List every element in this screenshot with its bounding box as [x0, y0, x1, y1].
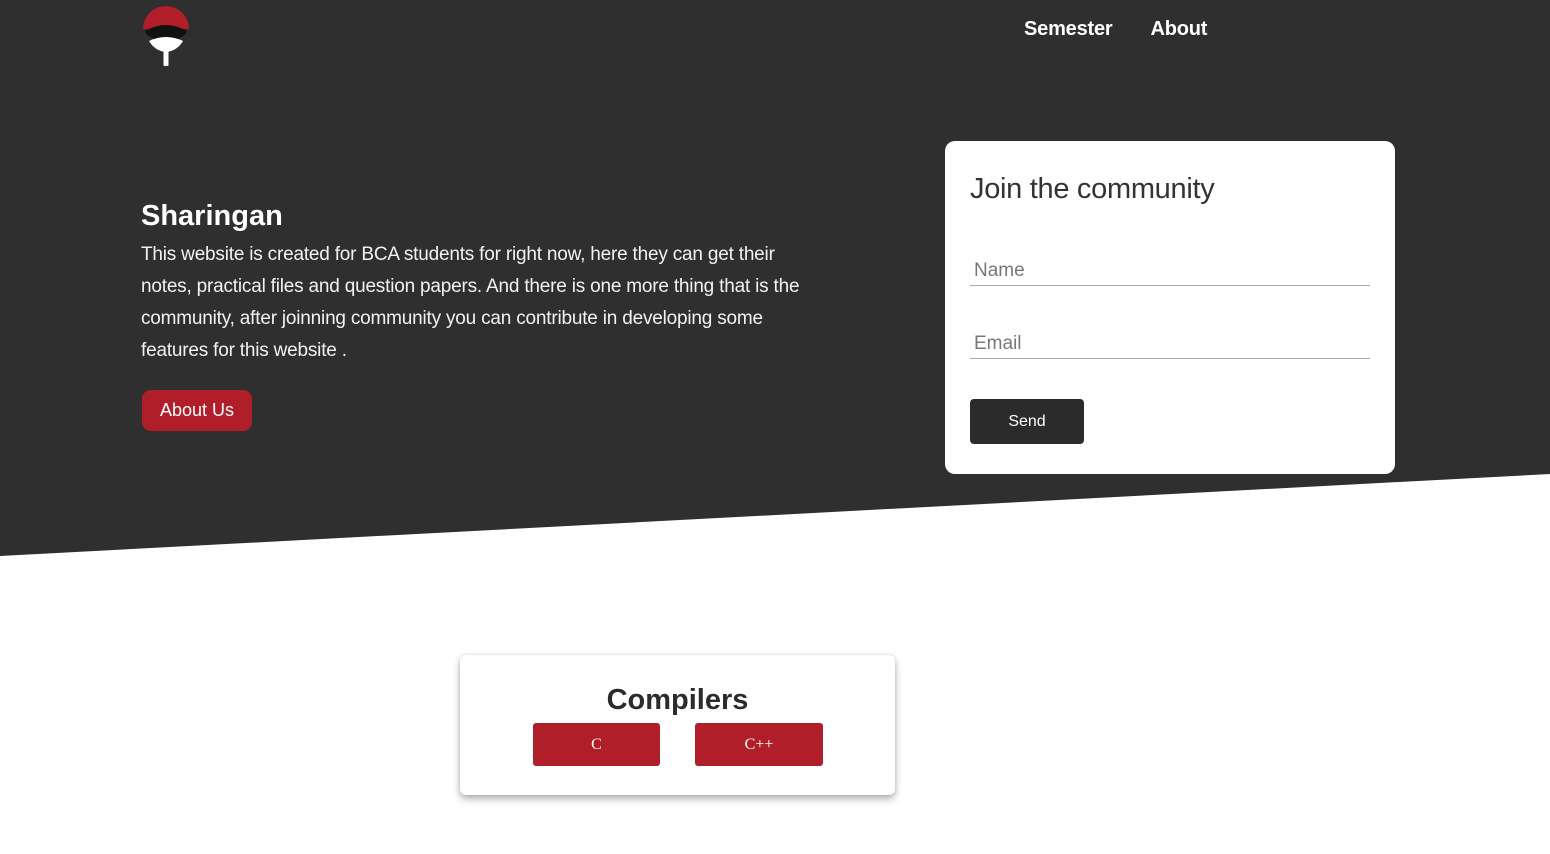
join-community-title: Join the community: [970, 173, 1215, 205]
hero-description: This website is created for BCA students…: [141, 244, 800, 361]
compilers-title: Compilers: [606, 684, 749, 716]
uchiha-fan-icon[interactable]: [141, 3, 191, 67]
page: Semester About Sharingan This website is…: [0, 0, 1550, 854]
send-button[interactable]: Send: [970, 399, 1084, 444]
top-nav: Semester About: [1024, 18, 1207, 41]
nav-about-link[interactable]: About: [1150, 18, 1207, 41]
name-input[interactable]: [970, 256, 1370, 286]
join-community-card: Join the community Send: [945, 141, 1395, 474]
hero-title: Sharingan: [141, 200, 283, 232]
nav-semester-link[interactable]: Semester: [1024, 18, 1113, 41]
cpp-compiler-button[interactable]: C++: [695, 723, 823, 766]
email-input[interactable]: [970, 329, 1370, 359]
compilers-card: Compilers C C++: [460, 655, 895, 795]
hero-section: Sharingan This website is created for BC…: [141, 197, 811, 367]
about-us-button[interactable]: About Us: [142, 390, 252, 431]
c-compiler-button[interactable]: C: [533, 723, 660, 766]
